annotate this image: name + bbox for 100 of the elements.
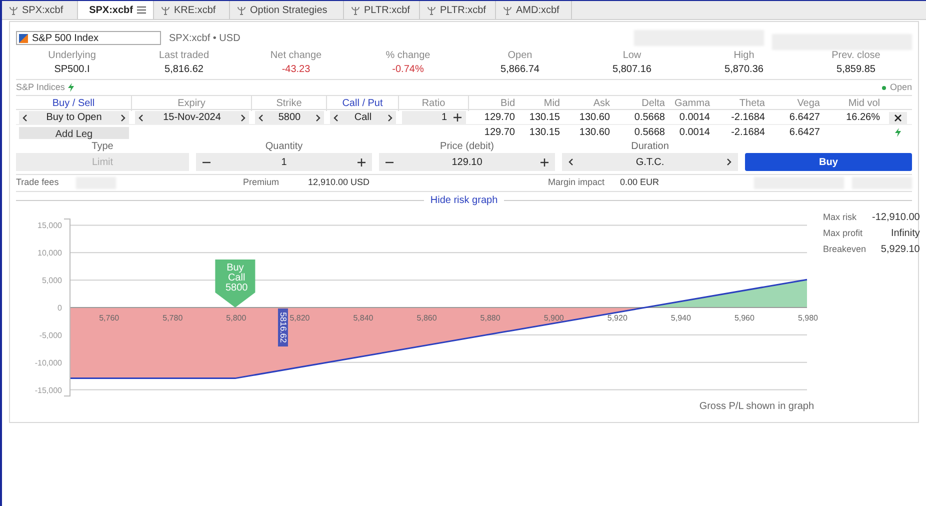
x-tick-label: 5,880 <box>480 314 500 322</box>
x-tick-label: 5,840 <box>353 314 374 322</box>
table-cell-text: 6.6427 <box>788 111 821 125</box>
column-label: Underlying <box>48 49 96 63</box>
column-header: Gamma <box>673 97 711 111</box>
index-flag-icon <box>19 34 28 42</box>
quote-value: -0.74% <box>392 63 424 77</box>
y-tick-label: 0 <box>58 304 62 312</box>
menu-icon[interactable] <box>137 6 146 14</box>
margin-value: 0.00 EUR <box>620 176 660 190</box>
leg-marker: Buy Call 5800 <box>215 260 256 308</box>
premium-value: 12,910.00 USD <box>308 176 371 190</box>
column-header: Bid <box>500 97 516 111</box>
column-header: Ask <box>592 97 611 111</box>
buy-button[interactable]: Buy <box>745 153 912 171</box>
table-cell-text: -2.1684 <box>730 126 766 140</box>
tab[interactable]: KRE:xcbf <box>154 1 230 19</box>
plus-icon[interactable] <box>453 113 462 122</box>
premium-label: Premium <box>243 176 280 190</box>
tab[interactable]: Option Strategies <box>230 1 344 19</box>
tab[interactable]: SPX:xcbf <box>78 1 154 19</box>
stat-label: Breakeven <box>823 243 866 256</box>
field-label: Quantity <box>264 140 304 153</box>
column-label: Low <box>622 49 642 63</box>
exchange-label: S&P Indices <box>16 80 65 94</box>
lightning-icon <box>68 83 74 92</box>
stepper-field[interactable]: Call <box>330 111 396 124</box>
y-tick-label: 15,000 <box>38 221 62 230</box>
stat-value: 5,929.10 <box>880 243 920 257</box>
table-cell-text: 130.15 <box>528 111 561 125</box>
y-tick-label: -10,000 <box>34 358 62 368</box>
x-tick-label: 5,900 <box>544 314 564 322</box>
plus-icon[interactable] <box>357 158 366 166</box>
column-header: Delta <box>640 97 666 111</box>
stat-value: Infinity <box>890 227 920 241</box>
column-header: Mid <box>542 97 561 111</box>
chevron-right-icon[interactable] <box>386 114 393 122</box>
ratio-field[interactable]: 1 <box>402 111 466 124</box>
stepper-field[interactable]: 15-Nov-2024 <box>135 111 249 124</box>
chevron-left-icon[interactable] <box>138 114 144 122</box>
column-header: Theta <box>738 97 766 111</box>
tab[interactable]: PLTR:xcbf <box>420 1 496 19</box>
instrument-field[interactable]: S&P 500 Index <box>16 31 161 45</box>
hide-graph-link[interactable]: Hide risk graph <box>424 192 504 208</box>
x-tick-label: 5,980 <box>798 314 818 322</box>
column-label: % change <box>386 49 430 63</box>
column-label: Open <box>508 49 532 63</box>
chevron-left-icon[interactable] <box>333 114 339 122</box>
field-label: Duration <box>630 140 670 153</box>
chevron-right-icon[interactable] <box>120 114 126 122</box>
price-marker: 5816.62 <box>278 308 288 346</box>
quote-value: 5,866.74 <box>500 63 540 77</box>
add-leg-button[interactable]: Add Leg <box>19 126 129 138</box>
lightning-icon <box>895 128 901 137</box>
duration-field[interactable]: G.T.C. <box>562 153 738 171</box>
instrument-symbol: SPX:xcbf • USD <box>169 32 240 46</box>
table-cell-text: 0.0014 <box>678 111 711 125</box>
chevron-right-icon[interactable] <box>240 114 246 122</box>
x-tick-label: 5,760 <box>99 314 120 322</box>
table-cell-text: 129.70 <box>483 111 516 125</box>
plus-icon[interactable] <box>540 158 549 166</box>
option-chain-icon <box>351 6 360 14</box>
option-chain-icon <box>161 6 170 14</box>
chevron-left-icon[interactable] <box>258 114 264 122</box>
quote-value: SP500.I <box>54 63 90 77</box>
x-tick-label: 5,960 <box>734 314 754 322</box>
remove-leg-button[interactable] <box>889 112 907 124</box>
option-chain-icon <box>503 6 512 14</box>
table-cell-text: 130.15 <box>528 126 561 140</box>
tab[interactable]: PLTR:xcbf <box>344 1 420 19</box>
chevron-left-icon[interactable] <box>568 158 574 166</box>
quote-value: 5,870.36 <box>724 63 764 77</box>
graph-footnote: Gross P/L shown in graph <box>699 400 814 414</box>
chevron-left-icon[interactable] <box>22 114 28 122</box>
option-chain-icon <box>237 6 246 14</box>
y-tick-label: -15,000 <box>34 386 62 395</box>
close-icon[interactable] <box>894 114 902 122</box>
y-tick-label: -5,000 <box>39 330 62 340</box>
quantity-field[interactable]: 1 <box>196 153 372 171</box>
tab[interactable]: AMD:xcbf <box>496 1 572 19</box>
x-tick-label: 5,940 <box>670 314 691 322</box>
x-tick-label: 5,780 <box>162 314 183 322</box>
margin-label: Margin impact <box>548 176 606 190</box>
table-cell-text: 16.26% <box>845 111 881 125</box>
instrument-name: S&P 500 Index <box>32 32 99 46</box>
chevron-right-icon[interactable] <box>315 114 321 122</box>
quote-value: 5,816.62 <box>164 63 204 77</box>
annotation: Buy Call 5800 <box>222 262 248 294</box>
table-cell-text: 0.0014 <box>678 126 711 140</box>
y-tick-label: 5,000 <box>42 276 62 286</box>
stepper-field[interactable]: 5800 <box>255 111 324 124</box>
x-tick-label: 5,920 <box>607 314 628 322</box>
table-cell-text: 0.5668 <box>633 111 666 125</box>
price-field[interactable]: 129.10 <box>379 153 555 171</box>
column-header: Mid vol <box>847 97 881 111</box>
quote-value: 5,807.16 <box>612 63 652 77</box>
stepper-field[interactable]: Buy to Open <box>19 111 129 124</box>
field-label: Type <box>90 140 114 153</box>
table-cell-text: 6.6427 <box>788 126 821 140</box>
chevron-right-icon[interactable] <box>726 158 732 166</box>
